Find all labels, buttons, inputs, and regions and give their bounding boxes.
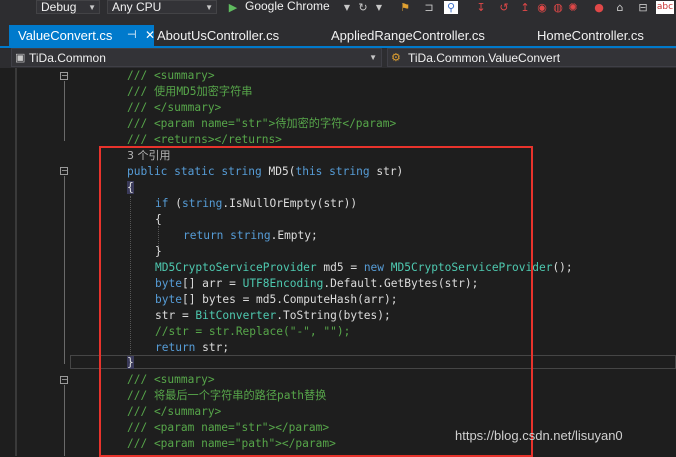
pin-icon[interactable]: ⊣ [127,25,137,46]
pin-icon[interactable]: ⊐ [422,1,436,14]
run-target-button[interactable]: Google Chrome [245,0,330,13]
tab-home[interactable]: HomeController.cs [537,25,672,46]
chevron-down-icon: ▼ [88,3,96,12]
chevron-down-icon: ▼ [369,53,377,62]
tab-label: ValueConvert.cs [18,28,113,43]
breakpoint-icon[interactable]: ◉ [535,1,549,14]
tab-bar: ValueConvert.cs ⊣ ✕ AboutUsController.cs… [0,17,676,46]
tab-aboutus[interactable]: AboutUsController.cs [157,25,322,46]
code-line: /// </summary> [127,101,222,114]
chevron-down-icon[interactable]: ▼ [340,1,354,14]
navigation-bar: ▣ TiDa.Common ▼ ⚙ TiDa.Common.ValueConve… [0,48,676,68]
class-icon: ⚙ [391,52,401,64]
project-label: TiDa.Common [29,51,106,65]
configuration-dropdown[interactable]: Debug ▼ [36,0,100,14]
settings-icon[interactable]: ⌂ [613,1,627,14]
chevron-down-icon: ▼ [205,3,213,12]
collapse-icon[interactable]: − [60,72,68,80]
step-over-icon[interactable]: ↺ [497,1,511,14]
type-label: TiDa.Common.ValueConvert [408,51,561,65]
spell-check-icon[interactable]: abc [656,1,674,14]
platform-dropdown[interactable]: Any CPU ▼ [107,0,217,14]
refresh-icon[interactable]: ↻ [356,1,370,14]
close-icon[interactable]: ✕ [145,25,155,46]
collapse-icon[interactable]: − [60,376,68,384]
code-line: /// <summary> [127,69,215,82]
collapse-icon[interactable]: − [60,167,68,175]
configuration-label: Debug [41,0,77,14]
browser-link-icon[interactable]: ⚑ [398,1,412,14]
quick-icon[interactable]: ⊟ [636,1,650,14]
step-into-icon[interactable]: ↧ [474,1,488,14]
fold-guide [64,385,65,456]
change-margin [15,68,17,456]
code-line: /// 使用MD5加密字符串 [127,85,253,98]
tab-appliedrange[interactable]: AppliedRangeController.cs [331,25,521,46]
project-dropdown[interactable]: ▣ TiDa.Common ▼ [11,48,382,67]
csharp-project-icon: ▣ [15,52,26,64]
toolbar: Debug ▼ Any CPU ▼ ▶ Google Chrome ▼ ↻ ▼ … [0,0,676,17]
platform-label: Any CPU [112,0,162,14]
bookmark-icon[interactable]: ● [592,1,606,14]
tab-valueconvert[interactable]: ValueConvert.cs ⊣ ✕ [9,25,155,46]
fold-guide [64,81,65,141]
tab-label: AppliedRangeController.cs [331,28,485,43]
watermark: https://blog.csdn.net/lisuyan0 [455,428,623,443]
tab-label: HomeController.cs [537,28,644,43]
exception-icon[interactable]: ✺ [566,1,580,14]
play-icon[interactable]: ▶ [226,1,240,14]
code-line: /// <param name="str">待加密的字符</param> [127,117,397,130]
step-out-icon[interactable]: ↥ [518,1,532,14]
highlight-annotation-box [99,146,533,457]
spell-check-label: abc [656,2,674,12]
disable-breakpoints-icon[interactable]: ◍ [551,1,565,14]
code-editor[interactable]: − − − /// <summary> /// 使用MD5加密字符串 /// <… [0,68,676,457]
fold-guide [64,176,65,364]
chevron-down-icon[interactable]: ▼ [372,1,386,14]
find-icon[interactable]: ⚲ [444,1,458,14]
tab-label: AboutUsController.cs [157,28,280,43]
type-dropdown[interactable]: ⚙ TiDa.Common.ValueConvert [387,48,676,67]
